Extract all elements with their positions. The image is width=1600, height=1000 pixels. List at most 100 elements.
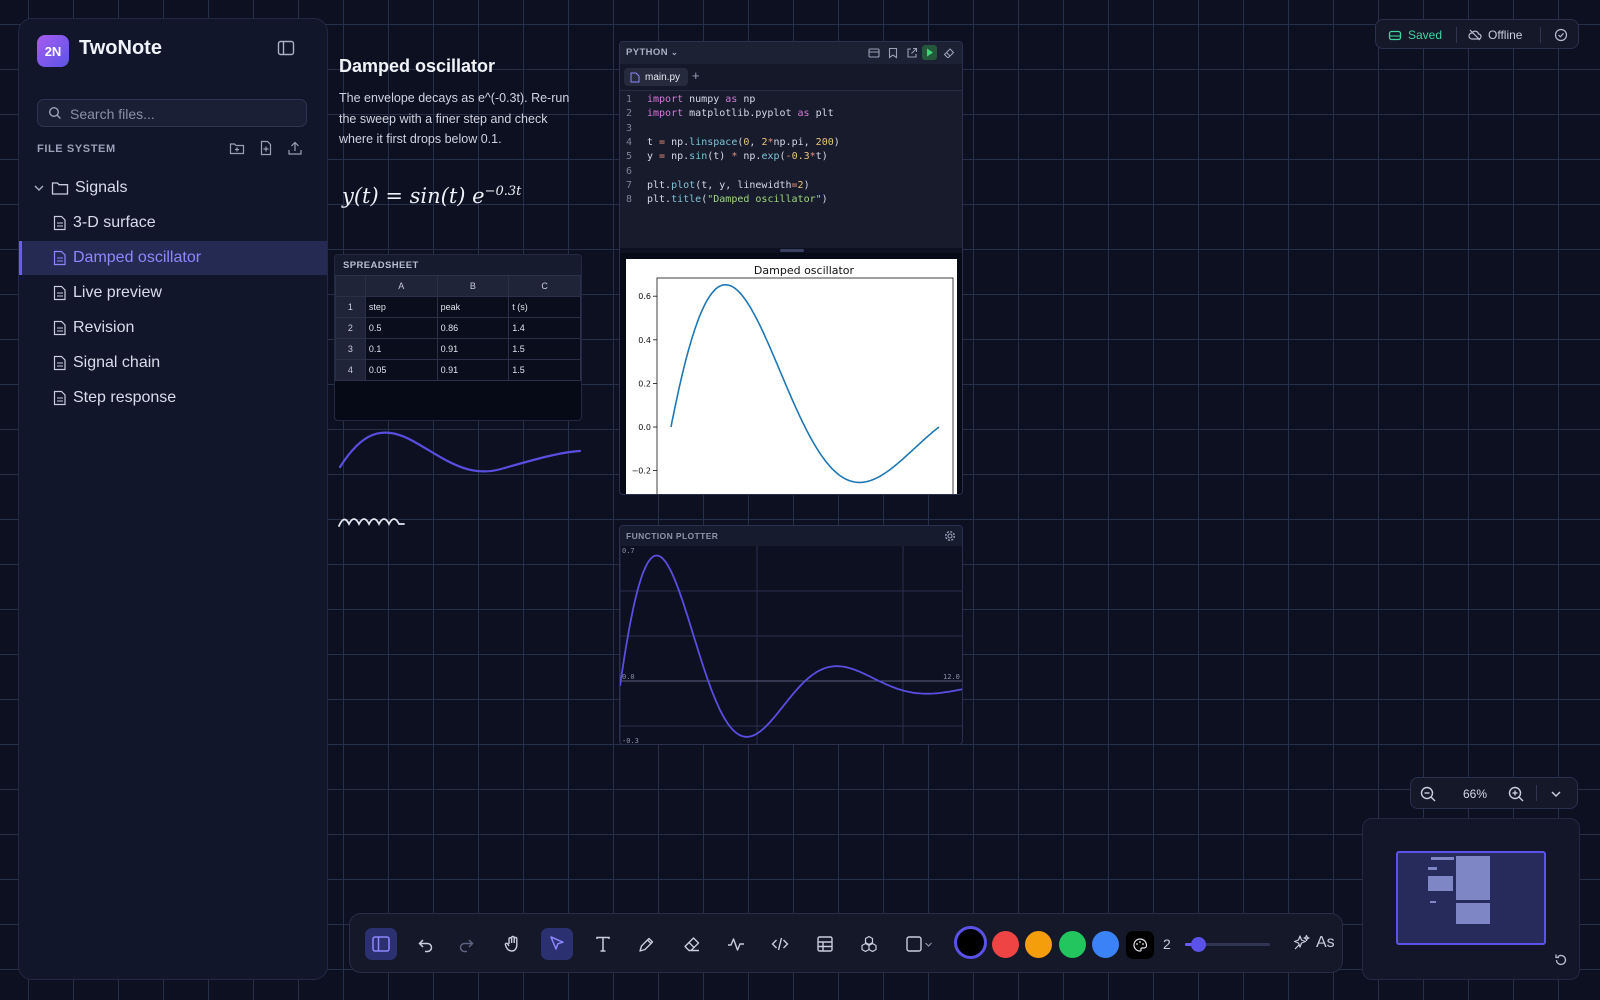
table-tool-button[interactable]: [809, 928, 841, 960]
row-number[interactable]: 3: [335, 338, 366, 360]
code-line: t = np.linspace(0, 2*np.pi, 200): [647, 136, 840, 148]
line-number: 6: [626, 165, 633, 177]
hand-tool-button[interactable]: [497, 928, 529, 960]
function-plotter-widget[interactable]: FUNCTION PLOTTER 0.7 -0.3 0.0 12.0: [619, 525, 963, 745]
note-body[interactable]: The envelope decays as e^(-0.3t). Re-run…: [339, 88, 579, 150]
stroke-width-slider[interactable]: [1185, 937, 1270, 952]
text-icon: [596, 936, 610, 952]
sketch-squiggle-stroke[interactable]: [336, 512, 408, 532]
search-input[interactable]: [68, 104, 302, 124]
custom-color-button[interactable]: [1126, 931, 1154, 959]
plotter-xmax-label: 12.0: [943, 673, 960, 681]
sidebar-item-signal-chain[interactable]: Signal chain: [19, 346, 327, 380]
corner-cell: [335, 275, 366, 297]
zoom-in-icon[interactable]: [1507, 785, 1525, 803]
slider-thumb[interactable]: [1190, 937, 1206, 952]
tab-main-py[interactable]: main.py: [624, 68, 689, 86]
python-code-widget[interactable]: PYTHON ⌄ main.py + 1 2 3 4 5 6 7 8 impor…: [619, 41, 963, 495]
sidebar-item-revision[interactable]: Revision: [19, 311, 327, 345]
eraser-tool-button[interactable]: [676, 928, 708, 960]
sidebar-toggle-button[interactable]: [365, 928, 397, 960]
run-button[interactable]: [922, 45, 937, 60]
color-swatch-red[interactable]: [992, 931, 1019, 958]
external-link-icon[interactable]: [906, 47, 918, 59]
cell[interactable]: 0.1: [364, 338, 438, 360]
row-number[interactable]: 2: [335, 317, 366, 339]
cell[interactable]: peak: [436, 296, 510, 318]
new-folder-icon[interactable]: [229, 140, 245, 156]
zoom-level[interactable]: 66%: [1457, 787, 1493, 801]
pen-tool-button[interactable]: [631, 928, 663, 960]
zoom-out-icon[interactable]: [1419, 785, 1437, 803]
offline-status: Offline: [1488, 28, 1523, 42]
code-editor[interactable]: 1 2 3 4 5 6 7 8 import numpy as np impor…: [620, 93, 962, 243]
text-tool-button[interactable]: [587, 928, 619, 960]
cell[interactable]: 1.4: [508, 317, 581, 339]
cell[interactable]: step: [364, 296, 438, 318]
color-swatch-green[interactable]: [1059, 931, 1086, 958]
redo-button[interactable]: [450, 928, 482, 960]
function-tool-button[interactable]: [720, 928, 752, 960]
math-formula[interactable]: y(t) = sin(t) e−0.3t: [342, 184, 521, 208]
row-number[interactable]: 4: [335, 359, 366, 381]
search-box[interactable]: [37, 99, 307, 127]
cell[interactable]: 0.5: [364, 317, 438, 339]
cell[interactable]: 1.5: [508, 359, 581, 381]
color-swatch-amber[interactable]: [1025, 931, 1052, 958]
redo-icon: [459, 939, 474, 953]
spreadsheet-widget[interactable]: SPREADSHEET A B C 1 step peak t (s) 2 0.…: [334, 254, 582, 421]
palette-icon: [1133, 938, 1148, 952]
cloud-off-icon: [1468, 29, 1482, 41]
chevron-down-icon[interactable]: [1549, 787, 1563, 801]
pen-icon: [639, 937, 654, 952]
cell[interactable]: 1.5: [508, 338, 581, 360]
language-label: PYTHON: [626, 47, 668, 58]
language-select[interactable]: PYTHON ⌄: [626, 47, 678, 58]
layout-icon[interactable]: [868, 47, 880, 59]
sidebar-toggle-icon[interactable]: [277, 39, 295, 57]
ai-assist-label[interactable]: As: [1316, 934, 1335, 952]
new-file-icon[interactable]: [258, 140, 274, 156]
cell[interactable]: t (s): [508, 296, 581, 318]
add-tab-icon[interactable]: +: [692, 68, 700, 83]
code-tool-button[interactable]: [764, 928, 796, 960]
column-header-c[interactable]: C: [508, 275, 581, 297]
line-number: 2: [626, 108, 633, 120]
stroke-width-value: 2: [1163, 936, 1171, 952]
note-title[interactable]: Damped oscillator: [339, 56, 495, 77]
shape-tool-button[interactable]: [898, 928, 938, 960]
check-circle-icon[interactable]: [1554, 28, 1568, 42]
sketch-wave-stroke[interactable]: [336, 424, 584, 484]
select-tool-button[interactable]: [541, 928, 573, 960]
sidebar-item-live-preview[interactable]: Live preview: [19, 276, 327, 310]
plotter-canvas[interactable]: 0.7 -0.3 0.0 12.0: [620, 546, 963, 745]
color-swatch-black[interactable]: [954, 926, 987, 959]
minimap-viewport[interactable]: [1396, 851, 1546, 945]
formula-exponent: −0.3t: [484, 184, 522, 199]
row-number[interactable]: 1: [335, 296, 366, 318]
gear-icon[interactable]: [944, 530, 956, 542]
undo-button[interactable]: [410, 928, 442, 960]
components-tool-button[interactable]: [853, 928, 885, 960]
eraser-icon[interactable]: [943, 47, 955, 59]
minimap[interactable]: [1362, 818, 1580, 980]
color-swatch-blue[interactable]: [1092, 931, 1119, 958]
line-number: 4: [626, 136, 633, 148]
matplotlib-plot: Damped oscillator 0.6 0.4 0.2 0.0 −0.2: [632, 264, 954, 494]
reset-view-icon[interactable]: [1553, 952, 1569, 968]
cell[interactable]: 0.91: [436, 359, 510, 381]
ai-assist-icon[interactable]: [1292, 933, 1312, 953]
column-header-b[interactable]: B: [436, 275, 510, 297]
cell[interactable]: 0.86: [436, 317, 510, 339]
cell[interactable]: 0.05: [364, 359, 438, 381]
sidebar-item-step-response[interactable]: Step response: [19, 381, 327, 415]
upload-icon[interactable]: [287, 140, 303, 156]
sidebar-item-damped-oscillator[interactable]: Damped oscillator: [19, 241, 327, 275]
folder-icon: [51, 182, 69, 195]
cell[interactable]: 0.91: [436, 338, 510, 360]
sidebar-item-3d-surface[interactable]: 3-D surface: [19, 206, 327, 240]
folder-signals[interactable]: Signals: [19, 171, 327, 205]
bookmark-icon[interactable]: [887, 47, 899, 59]
column-header-a[interactable]: A: [364, 275, 438, 297]
file-icon: [53, 390, 66, 406]
